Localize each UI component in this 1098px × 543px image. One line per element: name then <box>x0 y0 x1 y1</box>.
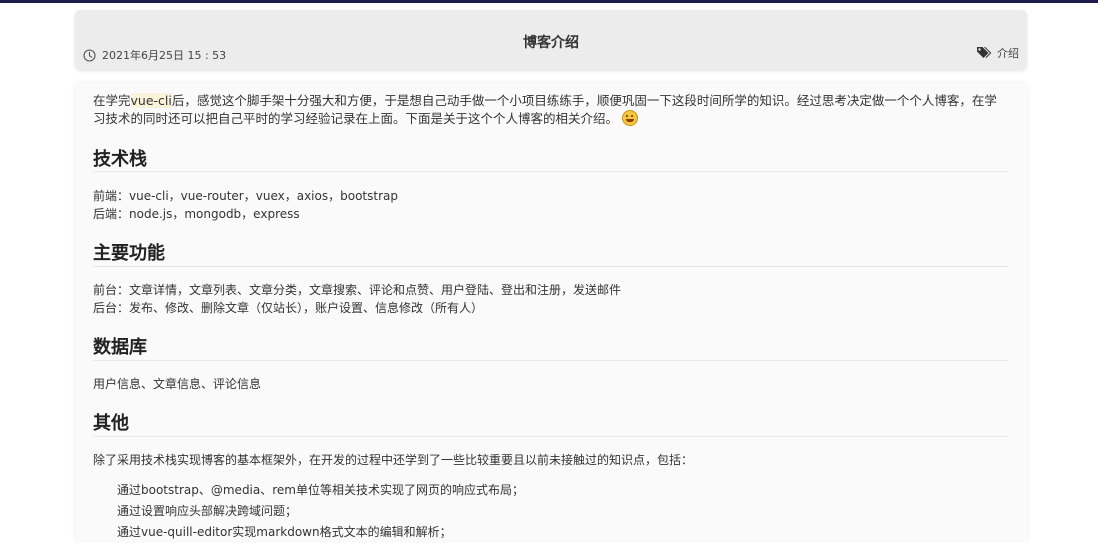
list-item: 通过vue-quill-editor实现markdown格式文本的编辑和解析； <box>117 525 452 539</box>
grinning-face-emoji-icon <box>622 110 638 126</box>
top-accent-bar <box>0 0 1098 3</box>
section-heading-database: 数据库 <box>93 337 147 358</box>
tech-stack-backend: 后端：node.js，mongodb，express <box>93 207 300 221</box>
tech-stack-frontend: 前端：vue-cli，vue-router，vuex，axios，bootstr… <box>93 189 398 203</box>
intro-text-after: 后，感觉这个脚手架十分强大和方便，于是想自己动手做一个小项目练练手，顺便巩固一下… <box>93 93 997 126</box>
intro-paragraph: 在学完vue-cli后，感觉这个脚手架十分强大和方便，于是想自己动手做一个小项目… <box>93 92 1008 128</box>
section-divider <box>93 360 1008 361</box>
section-heading-features: 主要功能 <box>93 243 165 264</box>
tags-icon <box>977 47 992 58</box>
post-header-card: 博客介绍 2021年6月25日 15 : 53 介绍 <box>75 10 1027 70</box>
post-date: 2021年6月25日 15 : 53 <box>83 47 226 63</box>
section-divider <box>93 436 1008 437</box>
clock-icon <box>83 48 96 62</box>
section-divider <box>93 266 1008 267</box>
list-item: 通过bootstrap、@media、rem单位等相关技术实现了网页的响应式布局… <box>117 483 524 497</box>
features-backend: 后台：发布、修改、删除文章（仅站长），账户设置、信息修改（所有人） <box>93 301 484 315</box>
intro-highlight: vue-cli <box>130 93 172 108</box>
list-item: 通过设置响应头部解决跨域问题； <box>117 504 298 518</box>
post-date-text: 2021年6月25日 15 : 53 <box>102 49 227 62</box>
section-divider <box>93 171 1008 172</box>
section-heading-other: 其他 <box>93 413 129 434</box>
post-tag-label: 介绍 <box>997 47 1019 60</box>
features-frontend: 前台：文章详情，文章列表、文章分类，文章搜索、评论和点赞、用户登陆、登出和注册，… <box>93 283 622 297</box>
other-description: 除了采用技术栈实现博客的基本框架外，在开发的过程中还学到了一些比较重要且以前未接… <box>93 453 694 467</box>
post-tag[interactable]: 介绍 <box>976 45 1019 61</box>
post-content-card: 在学完vue-cli后，感觉这个脚手架十分强大和方便，于是想自己动手做一个小项目… <box>75 83 1027 543</box>
section-heading-tech-stack: 技术栈 <box>93 149 147 170</box>
intro-text-before: 在学完 <box>93 93 131 108</box>
database-collections: 用户信息、文章信息、评论信息 <box>93 377 262 391</box>
